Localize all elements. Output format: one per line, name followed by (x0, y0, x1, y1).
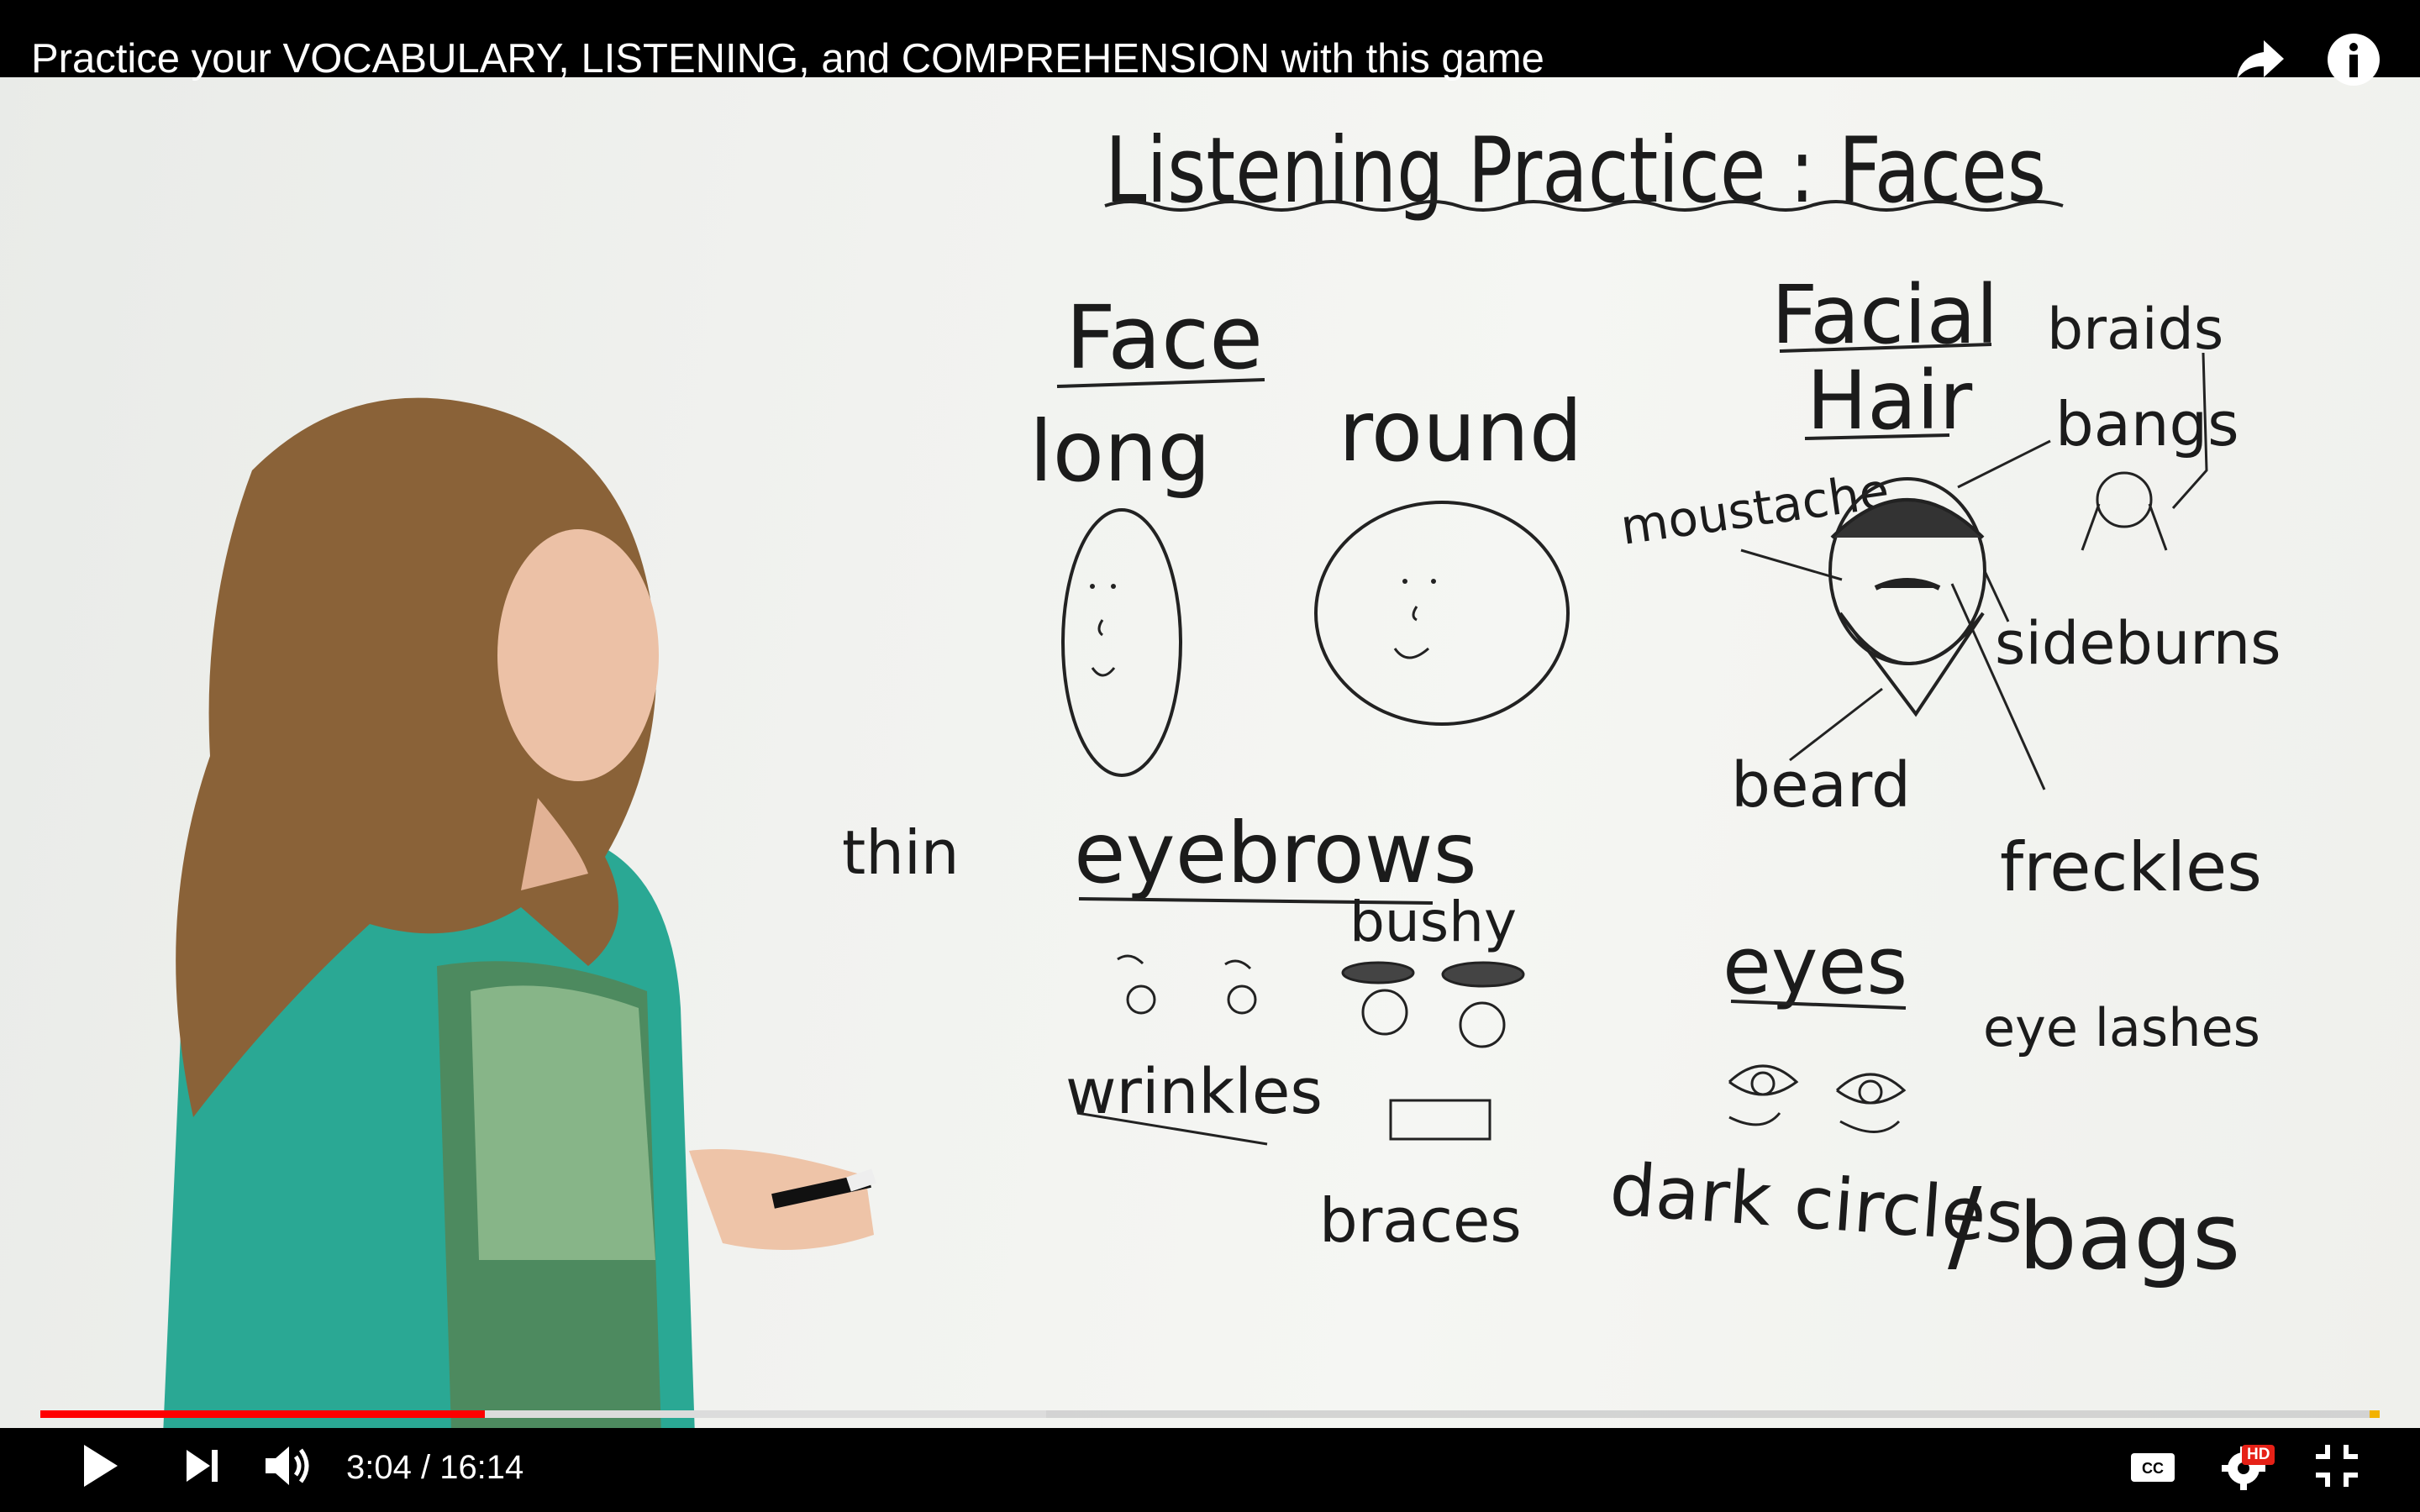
captions-icon: CC (2131, 1453, 2175, 1482)
captions-button[interactable]: CC (2128, 1438, 2178, 1494)
share-button[interactable] (2232, 30, 2291, 89)
video-title[interactable]: Practice your VOCABULARY, LISTENING, and… (31, 34, 1544, 84)
progress-end-marker (2370, 1410, 2380, 1418)
eye-drawings (1728, 1064, 1907, 1133)
label-round: round (1339, 382, 1582, 480)
label-freckles: freckles (2000, 828, 2262, 906)
label-sideburns: sideburns (1995, 609, 2281, 678)
label-bushy: bushy (1349, 890, 1517, 954)
volume-icon (266, 1446, 309, 1485)
progress-bar[interactable] (40, 1410, 2380, 1418)
round-face-drawing (1314, 501, 1570, 726)
label-bags: bags (2018, 1183, 2240, 1290)
label-slash: / (1948, 1168, 1982, 1284)
exit-fullscreen-icon (2316, 1445, 2358, 1487)
play-icon (84, 1445, 118, 1487)
hd-badge: HD (2242, 1445, 2275, 1465)
whiteboard-scene: Listening Practice : Faces Face long rou… (160, 118, 2281, 1512)
video-frame[interactable]: Listening Practice : Faces Face long rou… (0, 0, 2420, 1512)
progress-played (40, 1410, 485, 1418)
next-icon (187, 1450, 218, 1482)
next-button[interactable] (176, 1438, 227, 1494)
label-braces: braces (1319, 1185, 1522, 1256)
label-bangs: bangs (2055, 389, 2239, 459)
share-icon (2237, 40, 2284, 79)
video-player[interactable]: Listening Practice : Faces Face long rou… (0, 0, 2420, 1512)
label-braids: braids (2047, 297, 2223, 363)
exit-fullscreen-button[interactable] (2309, 1438, 2365, 1494)
play-button[interactable] (74, 1438, 124, 1494)
label-long: long (1029, 402, 1211, 501)
time-display: 3:04 / 16:14 (346, 1449, 524, 1486)
presenter (160, 397, 876, 1512)
face-heading: Face (1065, 286, 1263, 389)
top-bar: Practice your VOCABULARY, LISTENING, and… (0, 0, 2420, 86)
long-face-drawing (1061, 508, 1182, 777)
svg-text:CC: CC (2142, 1460, 2164, 1477)
info-button[interactable] (2324, 30, 2383, 89)
label-beard: beard (1731, 749, 1911, 822)
info-icon (2328, 34, 2380, 86)
volume-button[interactable] (260, 1438, 319, 1494)
label-eyelashes: eye lashes (1983, 997, 2260, 1058)
label-eyes: eyes (1723, 921, 1907, 1012)
label-thin: thin (842, 817, 960, 888)
braids-face-drawing (2096, 471, 2153, 528)
label-eyebrows: eyebrows (1074, 804, 1477, 902)
